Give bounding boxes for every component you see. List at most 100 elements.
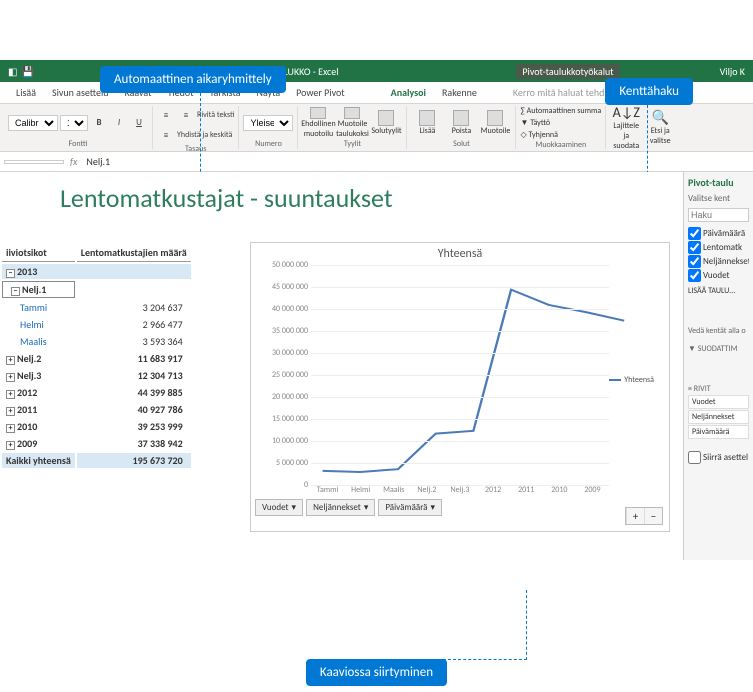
group-number: Numero (243, 139, 293, 149)
italic-button[interactable]: I (110, 114, 128, 132)
expand-icon[interactable]: + (6, 441, 15, 450)
collapse-icon[interactable]: − (11, 287, 20, 296)
row-field-paiva[interactable]: Päivämäärä (688, 425, 749, 439)
col-rowlabels[interactable]: iiviotsikot (2, 244, 75, 262)
merge-button[interactable]: Yhdistä ja keskitä (177, 126, 232, 144)
filter-vuodet[interactable]: Vuodet ▾ (255, 499, 303, 516)
cell-styles-button[interactable]: Solutyylit (370, 107, 402, 139)
name-box[interactable] (4, 160, 64, 164)
worksheet[interactable]: Lentomatkustajat - suuntaukset iiviotsik… (0, 172, 753, 560)
underline-button[interactable]: U (130, 114, 148, 132)
group-align: Tasaus (157, 144, 234, 152)
filter-nelj[interactable]: Neljännekset ▾ (306, 499, 375, 516)
chart-legend[interactable]: Yhteensä (609, 375, 654, 385)
autosum-button[interactable]: ∑ Automaattinen summa (520, 106, 601, 116)
val-2012: 44 399 885 (77, 385, 191, 400)
defer-layout[interactable]: Siirrä asettel (688, 451, 749, 464)
chart-plot-area[interactable]: 05 000 00010 000 00015 000 00020 000 000… (311, 265, 659, 485)
drill-up-button[interactable]: − (644, 508, 662, 524)
pane-title: Pivot-taulu (688, 176, 749, 189)
tab-analyze[interactable]: Analysoi (383, 86, 434, 99)
save-icon[interactable]: 💾 (21, 65, 33, 78)
expand-icon[interactable]: + (6, 424, 15, 433)
month-maalis[interactable]: Maalis (2, 334, 75, 349)
expand-icon[interactable]: + (6, 356, 15, 365)
fill-button[interactable]: ▼ Täyttö (520, 118, 550, 128)
month-helmi[interactable]: Helmi (2, 317, 75, 332)
val-2011: 40 927 786 (77, 402, 191, 417)
year-2012[interactable]: +2012 (2, 385, 75, 400)
chart-filter-bar: Vuodet ▾ Neljännekset ▾ Päivämäärä ▾ (251, 495, 669, 520)
chart-title: Yhteensä (251, 243, 669, 265)
collapse-icon[interactable]: − (6, 269, 15, 278)
wrap-text-button[interactable]: Rivitä teksti (197, 106, 234, 124)
tab-insert[interactable]: Lisää (8, 86, 44, 99)
field-search-input[interactable] (688, 208, 749, 222)
pivot-chart[interactable]: Yhteensä 05 000 00010 000 00015 000 0002… (250, 242, 670, 532)
val-total: 195 673 720 (77, 453, 191, 468)
nelj2[interactable]: +Nelj.2 (2, 351, 75, 366)
expand-icon[interactable]: + (6, 390, 15, 399)
val-2009: 37 338 942 (77, 436, 191, 451)
expand-icon[interactable]: + (6, 407, 15, 416)
user-name: Viljo K (720, 65, 745, 78)
quick-access: ◧ 💾 (8, 65, 34, 78)
month-tammi[interactable]: Tammi (2, 300, 75, 315)
insert-cells-button[interactable]: Lisää (411, 107, 443, 139)
val-nelj3: 12 304 713 (77, 368, 191, 383)
align-mid-icon[interactable]: ≡ (177, 106, 195, 124)
format-table-button[interactable]: Muotoile taulukoksi (336, 107, 368, 139)
year-2013[interactable]: −2013 (2, 264, 191, 279)
bold-button[interactable]: B (90, 114, 108, 132)
align-top-icon[interactable]: ≡ (157, 106, 175, 124)
nelj3[interactable]: +Nelj.3 (2, 368, 75, 383)
callout-field-search: Kenttähaku (605, 78, 693, 105)
field-paivamaara[interactable]: Päivämäärä (688, 227, 749, 240)
qa-icon[interactable]: ◧ (8, 65, 17, 78)
conditional-formatting-button[interactable]: Ehdollinen muotoilu (302, 107, 334, 139)
delete-cells-button[interactable]: Poista (445, 107, 477, 139)
group-editing: Muokkaaminen (520, 140, 601, 150)
nelj1[interactable]: −Nelj.1 (2, 281, 75, 298)
field-vuodet[interactable]: Vuodet (688, 269, 749, 282)
expand-icon[interactable]: + (6, 373, 15, 382)
row-field-nelj[interactable]: Neljännekset (688, 410, 749, 424)
row-field-vuodet[interactable]: Vuodet (688, 395, 749, 409)
group-cells: Solut (411, 139, 511, 149)
tab-design[interactable]: Rakenne (434, 86, 485, 99)
group-styles: Tyylit (302, 139, 402, 149)
context-tool-label: Pivot-taulukkotyökalut (516, 64, 619, 79)
font-name[interactable]: Calibri (8, 115, 58, 131)
more-tables-link[interactable]: LISÄÄ TAULU... (688, 286, 749, 296)
align-left-icon[interactable]: ≡ (157, 126, 175, 144)
callout-line (377, 590, 527, 660)
format-cells-button[interactable]: Muotoile (479, 107, 511, 139)
fx-icon[interactable]: fx (70, 155, 77, 168)
sort-filter-button[interactable]: A↓ZLajittele ja suodata (610, 112, 642, 144)
find-select-button[interactable]: 🔍Etsi ja valitse (644, 112, 676, 144)
pivot-fields-pane: Pivot-taulu Valitse kent Päivämäärä Lent… (683, 172, 753, 560)
drill-down-button[interactable]: + (626, 508, 644, 524)
bottom-callout: Kaaviossa siirtyminen (0, 648, 753, 692)
drag-hint: Vedä kentät alla o (688, 326, 749, 336)
clear-button[interactable]: ◇ Tyhjennä (520, 130, 557, 140)
font-size[interactable]: 11 (60, 115, 88, 131)
val-maalis: 3 593 364 (77, 334, 191, 349)
number-format[interactable]: Yleiset (243, 115, 293, 131)
year-2011[interactable]: +2011 (2, 402, 75, 417)
field-lentomatk[interactable]: Lentomatk (688, 241, 749, 254)
callout-chart-nav: Kaaviossa siirtyminen (306, 659, 447, 686)
sheet-title: Lentomatkustajat - suuntaukset (60, 182, 393, 214)
field-neljannekset[interactable]: Neljännekset (688, 255, 749, 268)
grand-total: Kaikki yhteensä (2, 453, 75, 468)
tab-powerpivot[interactable]: Power Pivot (288, 86, 353, 99)
filters-area-label: ▼ SUODATTIM (688, 344, 749, 354)
formula-input[interactable]: Nelj.1 (83, 154, 749, 169)
rows-area-label: ≡ RIVIT (688, 384, 749, 394)
val-2010: 39 253 999 (77, 419, 191, 434)
pivot-table[interactable]: iiviotsikotLentomatkustajien määrä −2013… (0, 242, 193, 470)
val-tammi: 3 204 637 (77, 300, 191, 315)
filter-paiva[interactable]: Päivämäärä ▾ (378, 499, 442, 516)
year-2010[interactable]: +2010 (2, 419, 75, 434)
year-2009[interactable]: +2009 (2, 436, 75, 451)
